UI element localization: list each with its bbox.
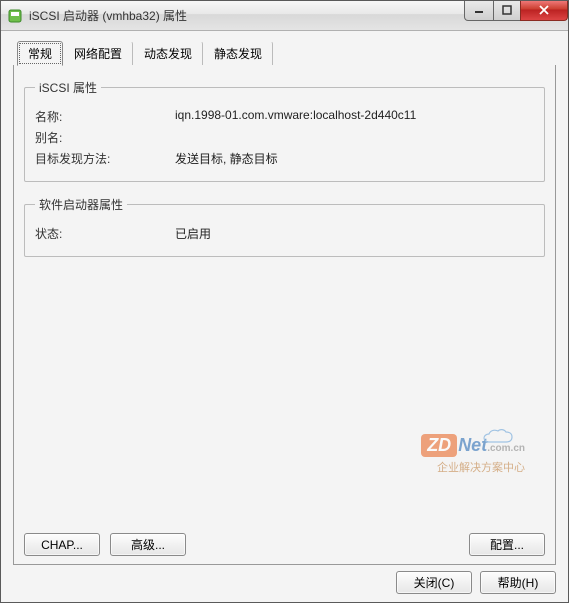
- configure-button[interactable]: 配置...: [469, 533, 545, 556]
- tab-bar: 常规 网络配置 动态发现 静态发现: [13, 41, 556, 65]
- dialog-bottom-buttons: 关闭(C) 帮助(H): [13, 565, 556, 594]
- titlebar: iSCSI 启动器 (vmhba32) 属性: [1, 1, 568, 31]
- row-status: 状态: 已启用: [35, 225, 534, 242]
- spacer: ZDNet.com.cn 企业解决方案中心: [24, 267, 545, 533]
- panel-bottom-row: CHAP... 高级... 配置...: [24, 533, 545, 556]
- close-button[interactable]: [520, 1, 568, 21]
- help-button[interactable]: 帮助(H): [480, 571, 556, 594]
- close-dialog-button[interactable]: 关闭(C): [396, 571, 472, 594]
- chap-button[interactable]: CHAP...: [24, 533, 100, 556]
- minimize-button[interactable]: [464, 1, 494, 21]
- group-software-initiator: 软件启动器属性 状态: 已启用: [24, 196, 545, 257]
- watermark-zd: ZD: [421, 434, 457, 457]
- value-alias: [175, 129, 534, 146]
- row-discovery: 目标发现方法: 发送目标, 静态目标: [35, 150, 534, 167]
- label-discovery: 目标发现方法:: [35, 150, 175, 167]
- window-title: iSCSI 启动器 (vmhba32) 属性: [29, 7, 465, 24]
- watermark: ZDNet.com.cn 企业解决方案中心: [421, 434, 525, 475]
- tab-general[interactable]: 常规: [17, 41, 63, 66]
- window-controls: [465, 1, 568, 21]
- advanced-button[interactable]: 高级...: [110, 533, 186, 556]
- group-iscsi-properties: iSCSI 属性 名称: iqn.1998-01.com.vmware:loca…: [24, 79, 545, 182]
- label-status: 状态:: [35, 225, 175, 242]
- watermark-suffix: .com.cn: [487, 443, 525, 454]
- group-software-legend: 软件启动器属性: [35, 196, 127, 213]
- row-alias: 别名:: [35, 129, 534, 146]
- label-name: 名称:: [35, 108, 175, 125]
- tab-network-config[interactable]: 网络配置: [63, 41, 133, 65]
- row-name: 名称: iqn.1998-01.com.vmware:localhost-2d4…: [35, 108, 534, 125]
- maximize-button[interactable]: [493, 1, 521, 21]
- tab-dynamic-discovery[interactable]: 动态发现: [133, 41, 203, 65]
- client-area: 常规 网络配置 动态发现 静态发现 iSCSI 属性 名称: iqn.1998-…: [1, 31, 568, 602]
- tab-static-discovery[interactable]: 静态发现: [203, 41, 273, 65]
- value-discovery: 发送目标, 静态目标: [175, 150, 534, 167]
- value-status: 已启用: [175, 225, 534, 242]
- value-name: iqn.1998-01.com.vmware:localhost-2d440c1…: [175, 108, 534, 125]
- app-icon: [7, 8, 23, 24]
- watermark-net: Net: [458, 435, 487, 456]
- group-iscsi-legend: iSCSI 属性: [35, 79, 101, 96]
- label-alias: 别名:: [35, 129, 175, 146]
- watermark-tag: 企业解决方案中心: [421, 459, 525, 475]
- cloud-icon: [481, 428, 525, 446]
- tab-panel-general: iSCSI 属性 名称: iqn.1998-01.com.vmware:loca…: [13, 65, 556, 565]
